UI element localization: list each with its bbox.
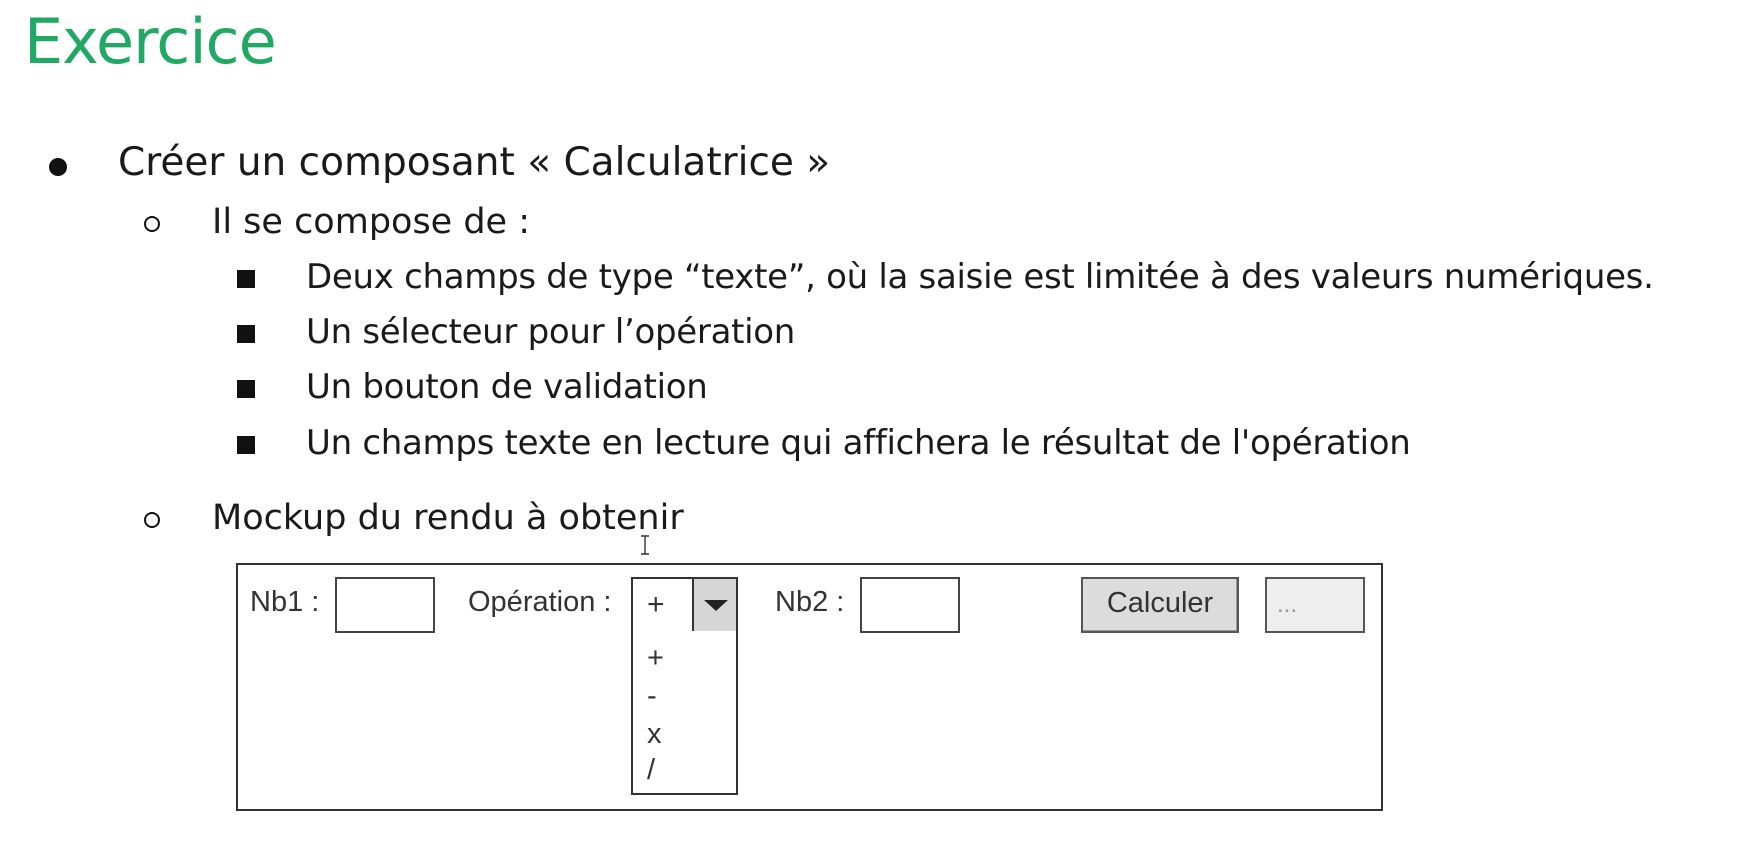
list-item: Un champs texte en lecture qui affichera… [306,423,1411,463]
bullet-square [237,436,255,454]
dropdown-arrow-button[interactable] [692,579,736,631]
result-field: ... [1265,577,1365,633]
text-cursor-icon [641,535,649,555]
operation-dropdown-list: + - x / [631,631,738,795]
nb1-label: Nb1 : [250,586,320,618]
operation-select[interactable]: + [631,577,738,633]
chevron-down-icon [704,600,728,611]
calculator-mockup: Nb1 : Opération : + + - x / Nb2 : Calcul… [236,563,1383,811]
list-item: Un sélecteur pour l’opération [306,312,796,352]
operation-label: Opération : [468,586,612,618]
option-divide[interactable]: / [647,753,655,787]
option-plus[interactable]: + [647,641,664,675]
operation-selected-value: + [647,588,665,621]
bullet-create-component: Créer un composant « Calculatrice » [118,140,831,185]
bullet-mockup-heading: Mockup du rendu à obtenir [212,498,684,538]
calculate-button[interactable]: Calculer [1081,577,1239,633]
option-multiply[interactable]: x [647,717,662,751]
list-item: Un bouton de validation [306,367,708,407]
bullet-circle [144,512,160,528]
bullet-compose: Il se compose de : [212,202,531,242]
list-item: Deux champs de type “texte”, où la saisi… [306,257,1654,297]
bullet-disc [49,158,67,176]
bullet-square [237,270,255,288]
slide-title: Exercice [24,5,277,78]
bullet-square [237,325,255,343]
nb2-input[interactable] [860,577,960,633]
bullet-square [237,380,255,398]
option-minus[interactable]: - [647,679,657,713]
nb2-label: Nb2 : [775,586,845,618]
bullet-circle [144,216,160,232]
nb1-input[interactable] [335,577,435,633]
